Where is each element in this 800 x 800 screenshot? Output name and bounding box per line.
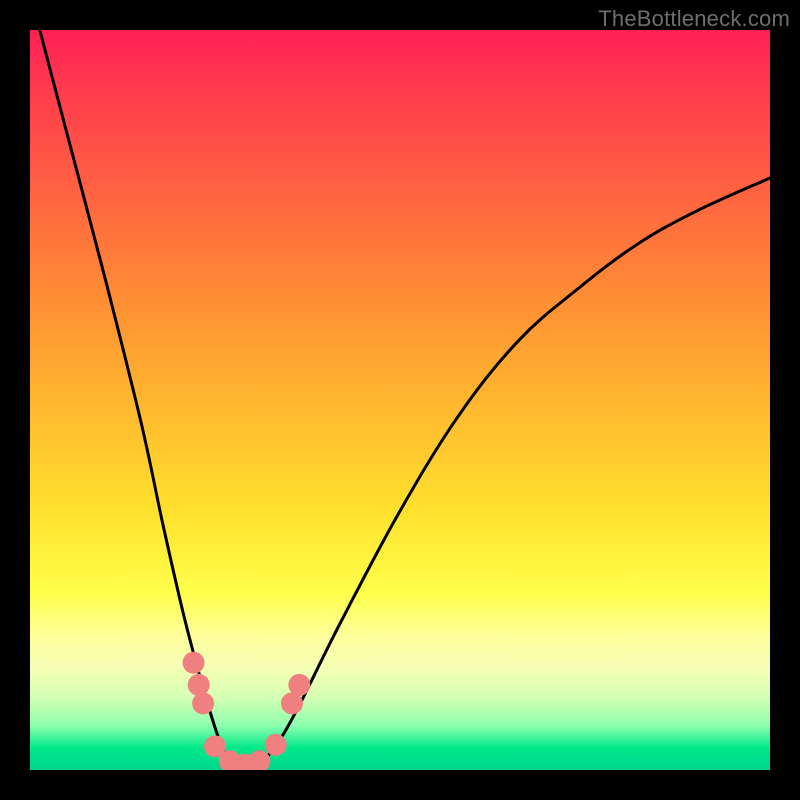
marker-dot (183, 652, 205, 674)
chart-svg (30, 30, 770, 770)
marker-dot (192, 692, 214, 714)
watermark-text: TheBottleneck.com (598, 6, 790, 32)
chart-frame: TheBottleneck.com (0, 0, 800, 800)
marker-dot (248, 750, 270, 770)
marker-dot (288, 674, 310, 696)
gradient-plot-area (30, 30, 770, 770)
marker-dot (188, 674, 210, 696)
bottleneck-curve (30, 30, 770, 766)
curve-markers (183, 652, 311, 770)
marker-dot (265, 734, 287, 756)
